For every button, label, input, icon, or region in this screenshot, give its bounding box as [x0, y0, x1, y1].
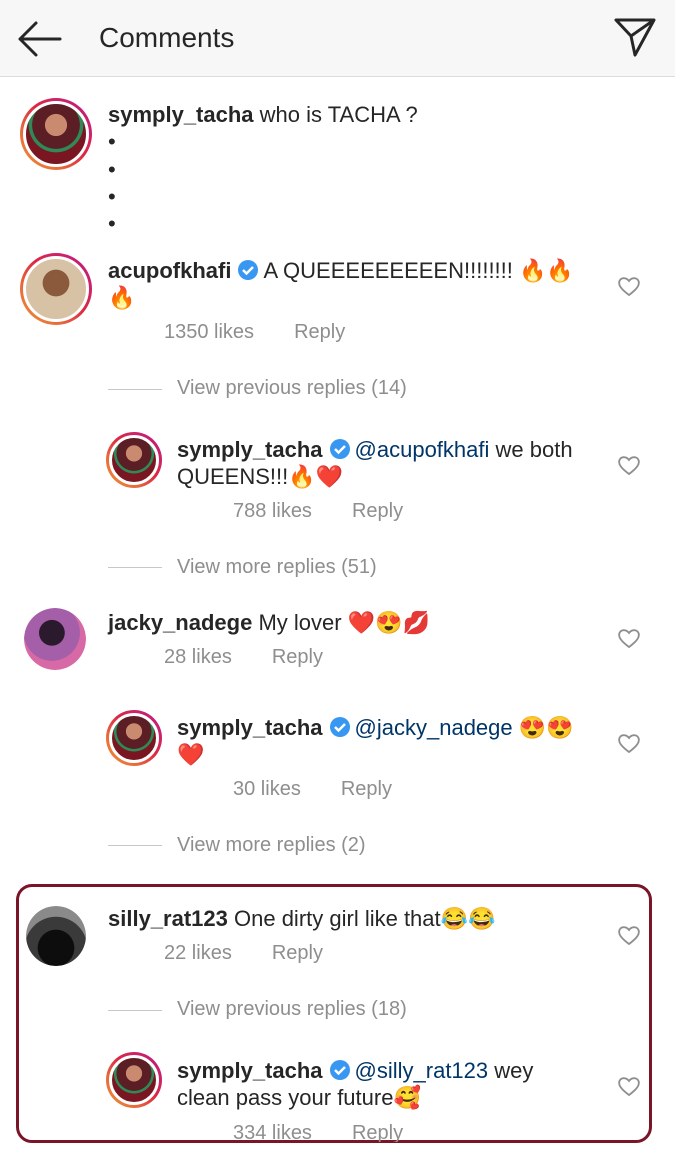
avatar[interactable]: [106, 432, 162, 488]
comment-text: jacky_nadege My lover ❤️😍💋: [108, 609, 430, 636]
comment-body: My lover ❤️😍💋: [258, 610, 430, 635]
comment-body-line2: 🔥: [108, 285, 136, 310]
heart-icon[interactable]: [617, 732, 641, 754]
comment-username[interactable]: symply_tacha: [108, 102, 254, 127]
comment-body: who is TACHA ?: [259, 102, 418, 127]
divider: [108, 389, 162, 390]
paper-plane-icon[interactable]: [613, 16, 657, 58]
reply-meta: 334 likes Reply: [233, 1122, 403, 1142]
caption-dot: •: [108, 157, 116, 182]
comment-text: acupofkhafi A QUEEEEEEEEEN!!!!!!!! 🔥🔥🔥: [108, 257, 598, 311]
comment-username[interactable]: acupofkhafi: [108, 258, 231, 283]
reply-button[interactable]: Reply: [352, 1122, 403, 1142]
mention-link[interactable]: @jacky_nadege: [355, 715, 513, 740]
reply-button[interactable]: Reply: [294, 321, 345, 343]
reply-body-line2: clean pass your future🥰: [177, 1085, 421, 1110]
reply-username[interactable]: symply_tacha: [177, 715, 323, 740]
comment-meta: 28 likes Reply: [164, 646, 323, 669]
divider: [108, 1010, 162, 1011]
view-more-replies-link[interactable]: View more replies (2): [177, 834, 366, 857]
reply-body: we both: [489, 437, 573, 462]
heart-icon[interactable]: [617, 454, 641, 476]
reply-meta: 30 likes Reply: [233, 778, 392, 801]
reply-text: symply_tacha @jacky_nadege 😍😍: [177, 714, 607, 741]
view-previous-replies-link[interactable]: View previous replies (14): [177, 377, 407, 400]
reply-button[interactable]: Reply: [272, 646, 323, 668]
verified-badge-icon: [329, 1060, 350, 1080]
comment-meta: 1350 likes Reply: [164, 321, 345, 344]
caption-dot: •: [108, 184, 116, 209]
reply-body-line2: QUEENS!!!🔥❤️: [177, 464, 344, 489]
mention-link[interactable]: @silly_rat123: [355, 1058, 489, 1083]
reply-body: wey: [488, 1058, 534, 1083]
reply-body-line2: ❤️: [177, 742, 205, 767]
caption-dot: •: [108, 129, 116, 154]
heart-icon[interactable]: [617, 1075, 641, 1097]
divider: [108, 567, 162, 568]
top-bar: Comments: [0, 0, 675, 77]
reply-username[interactable]: symply_tacha: [177, 437, 323, 462]
likes-count[interactable]: 30 likes: [233, 778, 301, 800]
view-previous-replies-link[interactable]: View previous replies (18): [177, 998, 407, 1021]
avatar[interactable]: [20, 253, 92, 325]
reply-body: 😍😍: [512, 715, 574, 740]
likes-count[interactable]: 22 likes: [164, 942, 232, 964]
heart-icon[interactable]: [617, 627, 641, 649]
caption-dot: •: [108, 211, 116, 236]
avatar[interactable]: [24, 608, 86, 670]
verified-badge-icon: [329, 717, 350, 737]
reply-meta: 788 likes Reply: [233, 500, 403, 523]
avatar[interactable]: [26, 906, 86, 966]
comment-username[interactable]: silly_rat123: [108, 906, 228, 931]
likes-count[interactable]: 788 likes: [233, 500, 312, 522]
heart-icon[interactable]: [617, 924, 641, 946]
comment-meta: 22 likes Reply: [164, 942, 323, 965]
view-more-replies-link[interactable]: View more replies (51): [177, 556, 377, 579]
comment-username[interactable]: jacky_nadege: [108, 610, 252, 635]
reply-text: symply_tacha @acupofkhafi we both: [177, 436, 607, 463]
avatar[interactable]: [106, 1052, 162, 1108]
verified-badge-icon: [329, 439, 350, 459]
likes-count[interactable]: 1350 likes: [164, 321, 254, 343]
reply-button[interactable]: Reply: [272, 942, 323, 964]
comment-text: symply_tacha who is TACHA ?: [108, 101, 418, 128]
comment-body: One dirty girl like that😂😂: [234, 906, 496, 931]
reply-username[interactable]: symply_tacha: [177, 1058, 323, 1083]
page-title: Comments: [99, 22, 235, 53]
verified-badge-icon: [238, 260, 259, 280]
heart-icon[interactable]: [617, 275, 641, 297]
mention-link[interactable]: @acupofkhafi: [355, 437, 490, 462]
avatar[interactable]: [106, 710, 162, 766]
reply-button[interactable]: Reply: [341, 778, 392, 800]
arrow-left-icon[interactable]: [16, 20, 62, 58]
divider: [108, 845, 162, 846]
avatar[interactable]: [20, 98, 92, 170]
reply-text: symply_tacha @silly_rat123 wey: [177, 1057, 607, 1084]
reply-button[interactable]: Reply: [352, 500, 403, 522]
comment-text: silly_rat123 One dirty girl like that😂😂: [108, 905, 495, 932]
likes-count[interactable]: 334 likes: [233, 1122, 312, 1142]
likes-count[interactable]: 28 likes: [164, 646, 232, 668]
